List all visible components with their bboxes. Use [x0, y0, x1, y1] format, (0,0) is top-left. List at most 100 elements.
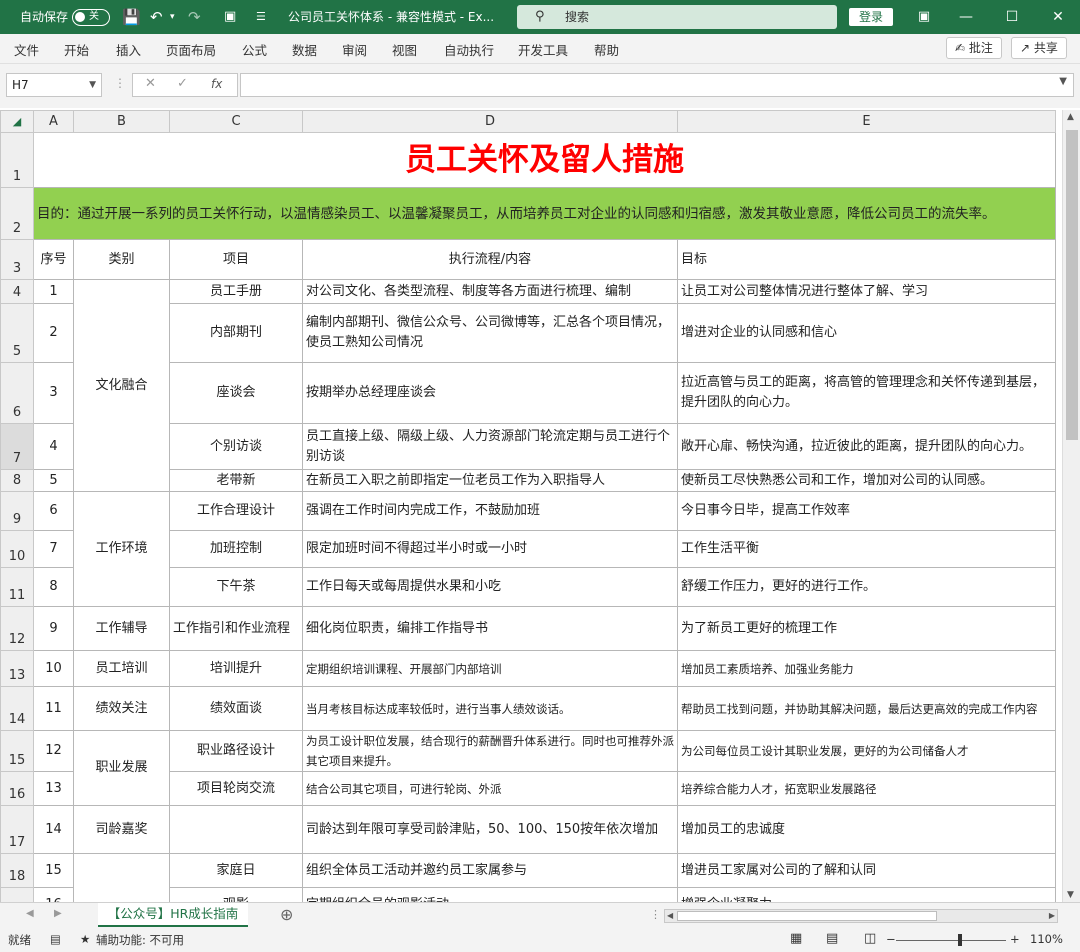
tab-automate[interactable]: 自动执行	[444, 40, 494, 59]
maximize-icon[interactable]: ☐	[990, 0, 1034, 34]
accessibility-status[interactable]: 辅助功能: 不可用	[96, 932, 184, 948]
column-header-b[interactable]: B	[73, 110, 170, 133]
accessibility-icon[interactable]: ★	[80, 932, 90, 946]
name-box[interactable]: H7 ▼	[6, 73, 102, 97]
cell-no[interactable]: 15	[33, 853, 74, 888]
cell-goal[interactable]: 帮助员工找到问题，并协助其解决问题，最后达更高效的完成工作内容	[677, 686, 1056, 731]
sheet-tab[interactable]: 【公众号】HR成长指南	[98, 903, 248, 927]
tab-data[interactable]: 数据	[292, 40, 317, 59]
row-header[interactable]: 7	[0, 423, 34, 470]
cell-no[interactable]: 7	[33, 530, 74, 568]
row-header[interactable]: 11	[0, 567, 34, 607]
cell-process[interactable]: 员工直接上级、隔级上级、人力资源部门轮流定期与员工进行个别访谈	[302, 423, 678, 470]
cell-no[interactable]: 5	[33, 469, 74, 492]
cell-process[interactable]: 按期举办总经理座谈会	[302, 362, 678, 424]
screenshot-icon[interactable]: ▣	[224, 0, 236, 34]
cell-goal[interactable]: 使新员工尽快熟悉公司和工作，增加对公司的认同感。	[677, 469, 1056, 492]
expand-formula-icon[interactable]: ▼	[1059, 76, 1067, 87]
tab-home[interactable]: 开始	[64, 40, 89, 59]
cell-no[interactable]: 6	[33, 491, 74, 531]
cell-process[interactable]: 在新员工入职之前即指定一位老员工作为入职指导人	[302, 469, 678, 492]
cell-process[interactable]: 编制内部期刊、微信公众号、公司微博等，汇总各个项目情况，使员工熟知公司情况	[302, 303, 678, 363]
category-cell[interactable]: 司龄嘉奖	[73, 805, 170, 854]
row-header[interactable]: 6	[0, 362, 34, 424]
formula-input[interactable]: ▼	[240, 73, 1074, 97]
cell-item[interactable]: 座谈会	[169, 362, 303, 424]
cell-goal[interactable]: 敞开心扉、畅快沟通，拉近彼此的距离，提升团队的向心力。	[677, 423, 1056, 470]
cell-process[interactable]: 对公司文化、各类型流程、制度等各方面进行梳理、编制	[302, 279, 678, 304]
cell-no[interactable]: 4	[33, 423, 74, 470]
page-layout-view-icon[interactable]: ▤	[826, 931, 838, 946]
normal-view-icon[interactable]: ▦	[790, 931, 802, 946]
cell-process[interactable]: 当月考核目标达成率较低时，进行当事人绩效谈话。	[302, 686, 678, 731]
purpose-statement[interactable]: 目的：通过开展一系列的员工关怀行动，以温情感染员工、以温馨凝聚员工，从而培养员工…	[33, 187, 1056, 240]
column-header-e[interactable]: E	[677, 110, 1056, 133]
scroll-right-icon[interactable]: ▶	[1049, 910, 1055, 922]
cell-no[interactable]: 3	[33, 362, 74, 424]
row-header[interactable]: 5	[0, 303, 34, 363]
spreadsheet-grid[interactable]: ◢ A B C D E 1 员工关怀及留人措施 2 目的：通过开展一系列的员工关…	[0, 110, 1062, 902]
zoom-level[interactable]: 110%	[1030, 932, 1063, 946]
header-item[interactable]: 项目	[169, 239, 303, 280]
chevron-down-icon[interactable]: ▼	[89, 74, 96, 96]
minimize-icon[interactable]: —	[944, 0, 988, 34]
row-header[interactable]: 2	[0, 187, 34, 240]
row-header[interactable]: 13	[0, 650, 34, 687]
header-no[interactable]: 序号	[33, 239, 74, 280]
undo-dropdown-icon[interactable]: ▾	[170, 0, 175, 34]
share-button[interactable]: ↗ 共享	[1011, 37, 1067, 59]
cell-goal[interactable]: 舒缓工作压力，更好的进行工作。	[677, 567, 1056, 607]
tab-insert[interactable]: 插入	[116, 40, 141, 59]
category-cell[interactable]: 工作辅导	[73, 606, 170, 651]
tab-review[interactable]: 审阅	[342, 40, 367, 59]
search-box[interactable]: ⚲ 搜索	[517, 5, 837, 29]
prev-sheet-icon[interactable]: ◀	[26, 908, 34, 919]
cell-item[interactable]: 职业路径设计	[169, 730, 303, 772]
row-header[interactable]: 16	[0, 771, 34, 806]
category-cell[interactable]: 员工培训	[73, 650, 170, 687]
cell-item[interactable]: 内部期刊	[169, 303, 303, 363]
cell-item[interactable]: 家庭日	[169, 853, 303, 888]
cell-no[interactable]: 1	[33, 279, 74, 304]
scroll-up-icon[interactable]: ▲	[1067, 112, 1074, 122]
cell-no[interactable]: 11	[33, 686, 74, 731]
cell-process[interactable]: 结合公司其它项目，可进行轮岗、外派	[302, 771, 678, 806]
comments-button[interactable]: ✍ 批注	[946, 37, 1002, 59]
save-icon[interactable]: 💾	[122, 0, 141, 34]
row-header[interactable]: 1	[0, 132, 34, 188]
enter-icon[interactable]: ✓	[177, 76, 188, 91]
cell-item[interactable]: 工作指引和作业流程	[169, 606, 303, 651]
cell-no[interactable]: 13	[33, 771, 74, 806]
cell-goal[interactable]: 培养综合能力人才，拓宽职业发展路径	[677, 771, 1056, 806]
cell-item[interactable]: 老带新	[169, 469, 303, 492]
cell-goal[interactable]: 工作生活平衡	[677, 530, 1056, 568]
horizontal-scrollbar[interactable]: ◀ ▶	[664, 909, 1058, 923]
cell-process[interactable]: 强调在工作时间内完成工作，不鼓励加班	[302, 491, 678, 531]
cell-goal[interactable]: 拉近高管与员工的距离，将高管的管理理念和关怀传递到基层，提升团队的向心力。	[677, 362, 1056, 424]
zoom-slider-thumb[interactable]	[958, 934, 962, 946]
cell-goal[interactable]: 增进对企业的认同感和信心	[677, 303, 1056, 363]
cell-process[interactable]: 细化岗位职责，编排工作指导书	[302, 606, 678, 651]
insert-function-icon[interactable]: fx	[211, 77, 222, 91]
cell-no[interactable]: 10	[33, 650, 74, 687]
zoom-in-icon[interactable]: +	[1010, 932, 1020, 946]
cell-no[interactable]: 12	[33, 730, 74, 772]
row-header[interactable]: 4	[0, 279, 34, 304]
row-header[interactable]: 9	[0, 491, 34, 531]
tab-file[interactable]: 文件	[14, 40, 39, 59]
cell-process[interactable]: 为员工设计职位发展，结合现行的薪酬晋升体系进行。同时也可推荐外派其它项目来提升。	[302, 730, 678, 772]
close-icon[interactable]: ✕	[1036, 0, 1080, 34]
cell-process[interactable]: 组织全体员工活动并邀约员工家属参与	[302, 853, 678, 888]
cell-goal[interactable]: 为公司每位员工设计其职业发展，更好的为公司储备人才	[677, 730, 1056, 772]
cell-no[interactable]: 16	[33, 887, 74, 902]
scroll-down-icon[interactable]: ▼	[1067, 890, 1074, 900]
row-header[interactable]: 14	[0, 686, 34, 731]
cell-item[interactable]: 下午茶	[169, 567, 303, 607]
macro-record-icon[interactable]: ▤	[50, 932, 61, 946]
cell-process[interactable]: 定期组织全员的观影活动	[302, 887, 678, 902]
row-header[interactable]: 3	[0, 239, 34, 280]
page-break-view-icon[interactable]: ◫	[864, 931, 876, 946]
cell-goal[interactable]: 增强企业凝聚力	[677, 887, 1056, 902]
next-sheet-icon[interactable]: ▶	[54, 908, 62, 919]
row-header[interactable]: 15	[0, 730, 34, 772]
